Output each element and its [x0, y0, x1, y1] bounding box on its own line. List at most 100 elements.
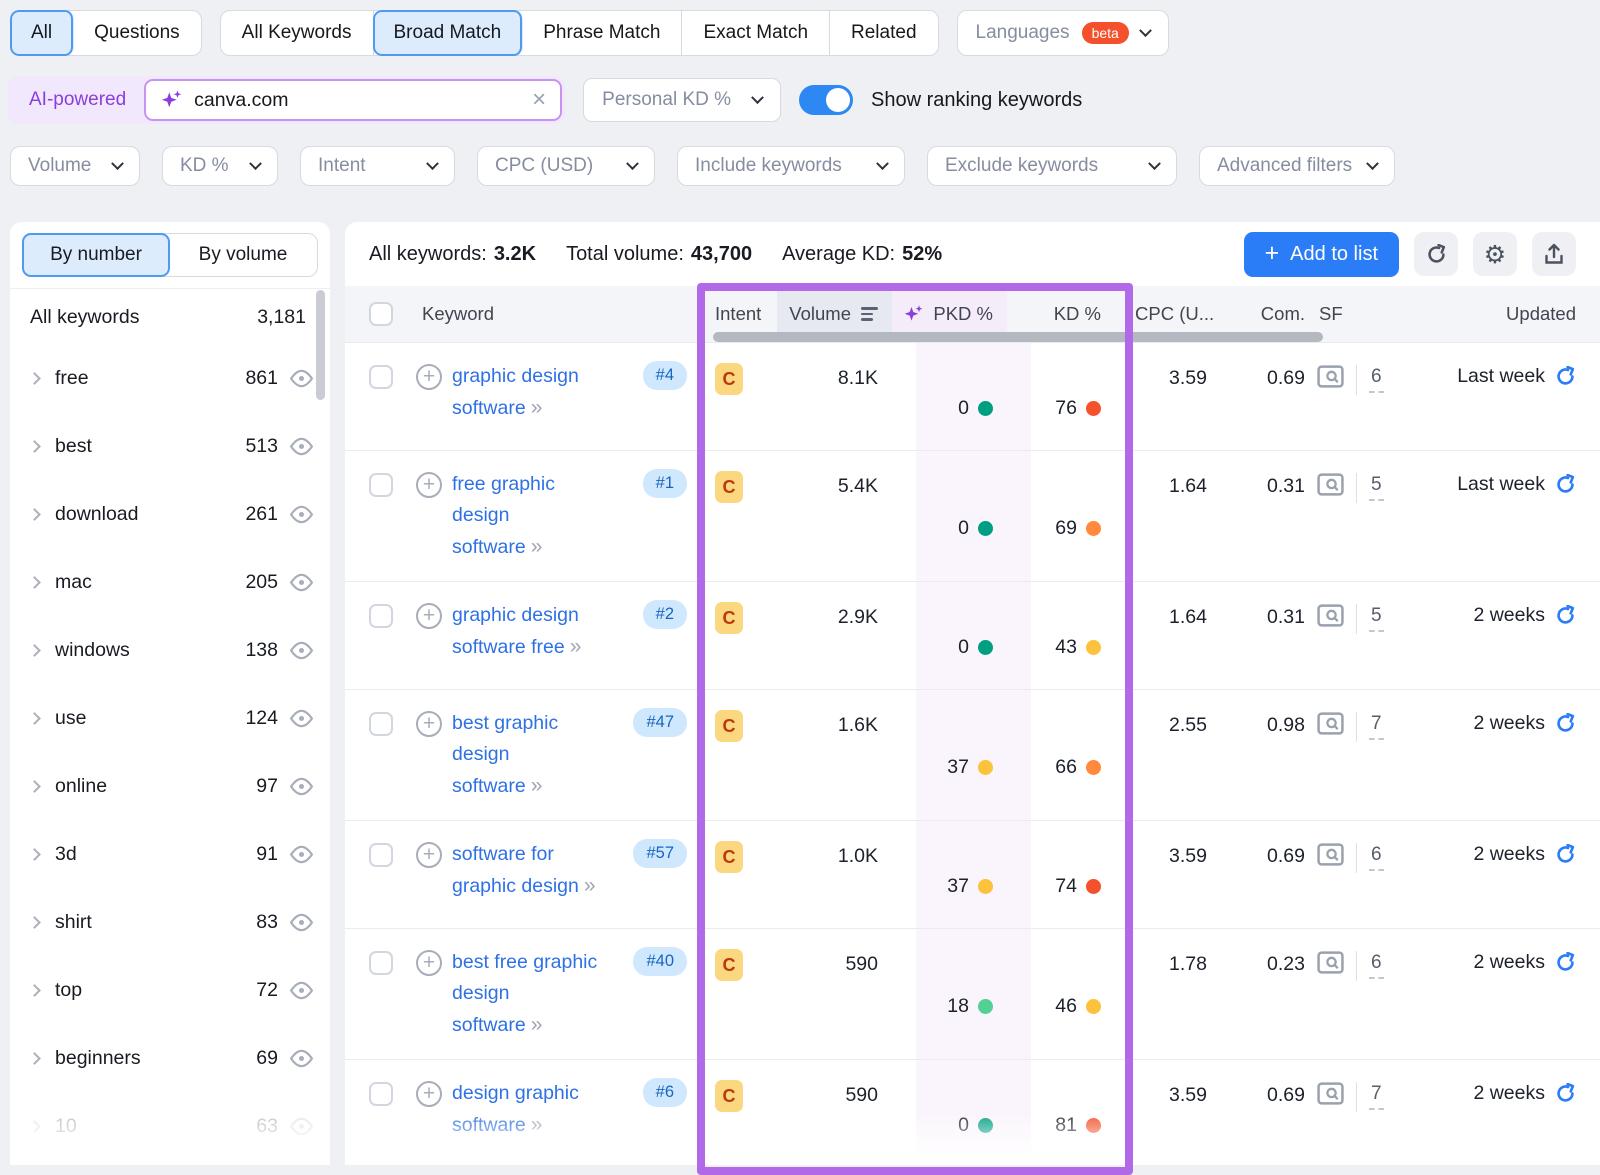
tab-by-number[interactable]: By number [22, 233, 170, 277]
eye-icon[interactable] [289, 845, 314, 864]
tab-phrase-match[interactable]: Phrase Match [522, 11, 682, 55]
row-checkbox[interactable] [369, 843, 393, 867]
tab-questions[interactable]: Questions [73, 11, 201, 55]
sidebar-group-item[interactable]: top 72 [10, 956, 330, 1024]
sidebar-group-item[interactable]: shirt 83 [10, 888, 330, 956]
sidebar-group-item[interactable]: windows 138 [10, 616, 330, 684]
serp-preview-icon[interactable] [1317, 712, 1344, 735]
keyword-link[interactable]: free graphic design software» [452, 469, 602, 563]
add-keyword-icon[interactable]: + [416, 472, 442, 498]
serp-preview-icon[interactable] [1317, 951, 1344, 974]
keyword-link[interactable]: best graphic design software» [452, 708, 602, 802]
filter-cpc[interactable]: CPC (USD) [477, 146, 655, 186]
sf-count[interactable]: 5 [1369, 605, 1384, 632]
refresh-metrics-icon[interactable] [1555, 1083, 1576, 1104]
add-keyword-icon[interactable]: + [416, 1081, 442, 1107]
row-checkbox[interactable] [369, 712, 393, 736]
eye-icon[interactable] [289, 505, 314, 524]
eye-icon[interactable] [289, 1117, 314, 1136]
refresh-button[interactable] [1414, 232, 1458, 276]
refresh-metrics-icon[interactable] [1555, 605, 1576, 626]
eye-icon[interactable] [289, 437, 314, 456]
sidebar-item-all-keywords[interactable]: All keywords 3,181 [10, 289, 330, 344]
serp-preview-icon[interactable] [1317, 473, 1344, 496]
add-keyword-icon[interactable]: + [416, 711, 442, 737]
sf-count[interactable]: 7 [1369, 713, 1384, 740]
eye-icon[interactable] [289, 913, 314, 932]
eye-icon[interactable] [289, 369, 314, 388]
tab-broad-match[interactable]: Broad Match [373, 10, 524, 56]
column-updated[interactable]: Updated [1409, 286, 1576, 342]
sidebar-group-item[interactable]: online 97 [10, 752, 330, 820]
row-checkbox[interactable] [369, 365, 393, 389]
add-keyword-icon[interactable]: + [416, 842, 442, 868]
tab-all-keywords[interactable]: All Keywords [221, 11, 374, 55]
row-checkbox[interactable] [369, 473, 393, 497]
tab-related[interactable]: Related [830, 11, 938, 55]
add-keyword-icon[interactable]: + [416, 364, 442, 390]
serp-preview-icon[interactable] [1317, 365, 1344, 388]
serp-preview-icon[interactable] [1317, 604, 1344, 627]
sidebar-group-item[interactable]: best 513 [10, 412, 330, 480]
sf-count[interactable]: 7 [1369, 1083, 1384, 1110]
toggle-knob [826, 88, 850, 112]
sidebar-scrollbar[interactable] [316, 290, 325, 400]
refresh-metrics-icon[interactable] [1555, 366, 1576, 387]
sf-count[interactable]: 5 [1369, 474, 1384, 501]
horizontal-scrollbar[interactable] [713, 332, 1323, 342]
sf-count[interactable]: 6 [1369, 952, 1384, 979]
row-checkbox[interactable] [369, 1082, 393, 1106]
search-input[interactable]: canva.com × [144, 79, 562, 121]
sidebar-group-item[interactable]: mac 205 [10, 548, 330, 616]
keyword-link[interactable]: software for graphic design» [452, 839, 602, 902]
filter-intent[interactable]: Intent [300, 146, 455, 186]
refresh-metrics-icon[interactable] [1555, 844, 1576, 865]
settings-button[interactable]: ⚙ [1473, 232, 1517, 276]
languages-dropdown[interactable]: Languages beta [957, 10, 1169, 56]
filter-volume[interactable]: Volume [10, 146, 140, 186]
filter-include-keywords[interactable]: Include keywords [677, 146, 905, 186]
keyword-link[interactable]: graphic design software» [452, 361, 602, 424]
eye-icon[interactable] [289, 641, 314, 660]
sidebar-group-item[interactable]: 3d 91 [10, 820, 330, 888]
add-keyword-icon[interactable]: + [416, 950, 442, 976]
keyword-link[interactable]: graphic design software free» [452, 600, 602, 663]
select-all-checkbox[interactable] [369, 302, 393, 326]
serp-preview-icon[interactable] [1317, 843, 1344, 866]
keyword-link[interactable]: best free graphic design software» [452, 947, 602, 1041]
sidebar-group-item[interactable]: download 261 [10, 480, 330, 548]
eye-icon[interactable] [289, 981, 314, 1000]
column-sf[interactable]: SF [1309, 286, 1409, 342]
refresh-metrics-icon[interactable] [1555, 713, 1576, 734]
row-checkbox[interactable] [369, 604, 393, 628]
tab-by-volume[interactable]: By volume [169, 234, 317, 276]
sidebar-group-item[interactable]: use 124 [10, 684, 330, 752]
eye-icon[interactable] [289, 1049, 314, 1068]
sidebar-group-item[interactable]: free 861 [10, 344, 330, 412]
personal-kd-dropdown[interactable]: Personal KD % [583, 78, 781, 122]
filter-exclude-keywords[interactable]: Exclude keywords [927, 146, 1177, 186]
serp-preview-icon[interactable] [1317, 1082, 1344, 1105]
tab-exact-match[interactable]: Exact Match [682, 11, 830, 55]
keyword-link[interactable]: design graphic software» [452, 1078, 602, 1141]
add-keyword-icon[interactable]: + [416, 603, 442, 629]
tab-all[interactable]: All [10, 10, 74, 56]
filter-advanced[interactable]: Advanced filters [1199, 146, 1395, 186]
sf-count[interactable]: 6 [1369, 844, 1384, 871]
export-button[interactable] [1532, 232, 1576, 276]
clear-search-icon[interactable]: × [532, 88, 546, 112]
chevron-down-icon [1139, 24, 1152, 37]
row-checkbox[interactable] [369, 951, 393, 975]
sidebar-group-item[interactable]: beginners 69 [10, 1024, 330, 1092]
add-to-list-button[interactable]: + Add to list [1244, 232, 1399, 277]
eye-icon[interactable] [289, 573, 314, 592]
eye-icon[interactable] [289, 709, 314, 728]
sf-count[interactable]: 6 [1369, 366, 1384, 393]
refresh-metrics-icon[interactable] [1555, 952, 1576, 973]
sidebar-group-item[interactable]: 10 63 [10, 1092, 330, 1160]
refresh-metrics-icon[interactable] [1555, 474, 1576, 495]
show-ranking-keywords-toggle[interactable] [799, 85, 853, 115]
eye-icon[interactable] [289, 777, 314, 796]
column-keyword[interactable]: Keyword [414, 286, 697, 342]
filter-kd[interactable]: KD % [162, 146, 278, 186]
